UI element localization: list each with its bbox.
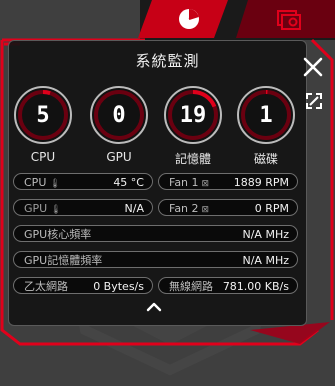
gpu-mem-freq-label: GPU記憶體頻率 [24, 254, 103, 267]
fan2-stat: Fan 2 ⊠ 0 RPM [158, 199, 298, 216]
ethernet-value: 0 Bytes/s [93, 280, 144, 293]
disk-gauge-value: 1 [259, 102, 273, 128]
wireless-label: 無線網路 [169, 280, 213, 293]
gpu-temp-label: GPU [24, 202, 48, 215]
thermometer-icon: 🌡 [49, 179, 61, 189]
gpu-temp-value: N/A [124, 202, 144, 215]
photos-settings-icon [277, 10, 301, 30]
disk-gauge-label: 磁碟 [253, 152, 278, 166]
ethernet-stat: 乙太網路 0 Bytes/s [13, 277, 153, 294]
minimize-icon[interactable] [305, 92, 323, 110]
gpu-gauge-label: GPU [106, 150, 132, 164]
cpu-temp-value: 45 °C [113, 176, 144, 189]
ethernet-label: 乙太網路 [24, 280, 68, 293]
cpu-temp-label: CPU [24, 176, 47, 189]
collapse-chevron-icon[interactable] [144, 300, 164, 314]
close-icon[interactable] [302, 56, 324, 78]
memory-gauge-value: 19 [179, 102, 207, 128]
fan-icon: ⊠ [201, 205, 210, 215]
gpu-mem-freq-stat: GPU記憶體頻率 N/A MHz [13, 251, 298, 268]
disk-gauge: 1 [235, 84, 297, 146]
tab-settings[interactable] [250, 0, 330, 38]
gpu-gauge: 0 [88, 84, 150, 146]
fan2-value: 0 RPM [254, 202, 289, 215]
gpu-core-freq-stat: GPU核心頻率 N/A MHz [13, 225, 298, 242]
gpu-mem-freq-value: N/A MHz [242, 254, 290, 267]
cpu-gauge-label: CPU [30, 150, 56, 164]
fan2-label: Fan 2 [169, 202, 199, 215]
wireless-stat: 無線網路 781.00 KB/s [158, 277, 298, 294]
panel-title: 系統監測 [135, 52, 200, 70]
pie-chart-icon [179, 9, 199, 29]
fan1-label: Fan 1 [169, 176, 199, 189]
fan1-value: 1889 RPM [233, 176, 289, 189]
gpu-temp-stat: GPU 🌡 N/A [13, 199, 153, 216]
gpu-gauge-value: 0 [112, 102, 126, 128]
cpu-gauge: 5 [12, 84, 74, 146]
cpu-temp-stat: CPU 🌡 45 °C [13, 173, 153, 190]
gpu-core-freq-value: N/A MHz [242, 228, 290, 241]
tab-system-monitor[interactable] [152, 0, 226, 38]
gpu-core-freq-label: GPU核心頻率 [24, 228, 92, 241]
cpu-gauge-value: 5 [36, 102, 50, 128]
wireless-value: 781.00 KB/s [222, 280, 289, 293]
memory-gauge: 19 [162, 84, 224, 146]
fan-icon: ⊠ [201, 179, 210, 189]
fan1-stat: Fan 1 ⊠ 1889 RPM [158, 173, 298, 190]
thermometer-icon: 🌡 [50, 205, 62, 215]
memory-gauge-label: 記憶體 [174, 152, 211, 166]
